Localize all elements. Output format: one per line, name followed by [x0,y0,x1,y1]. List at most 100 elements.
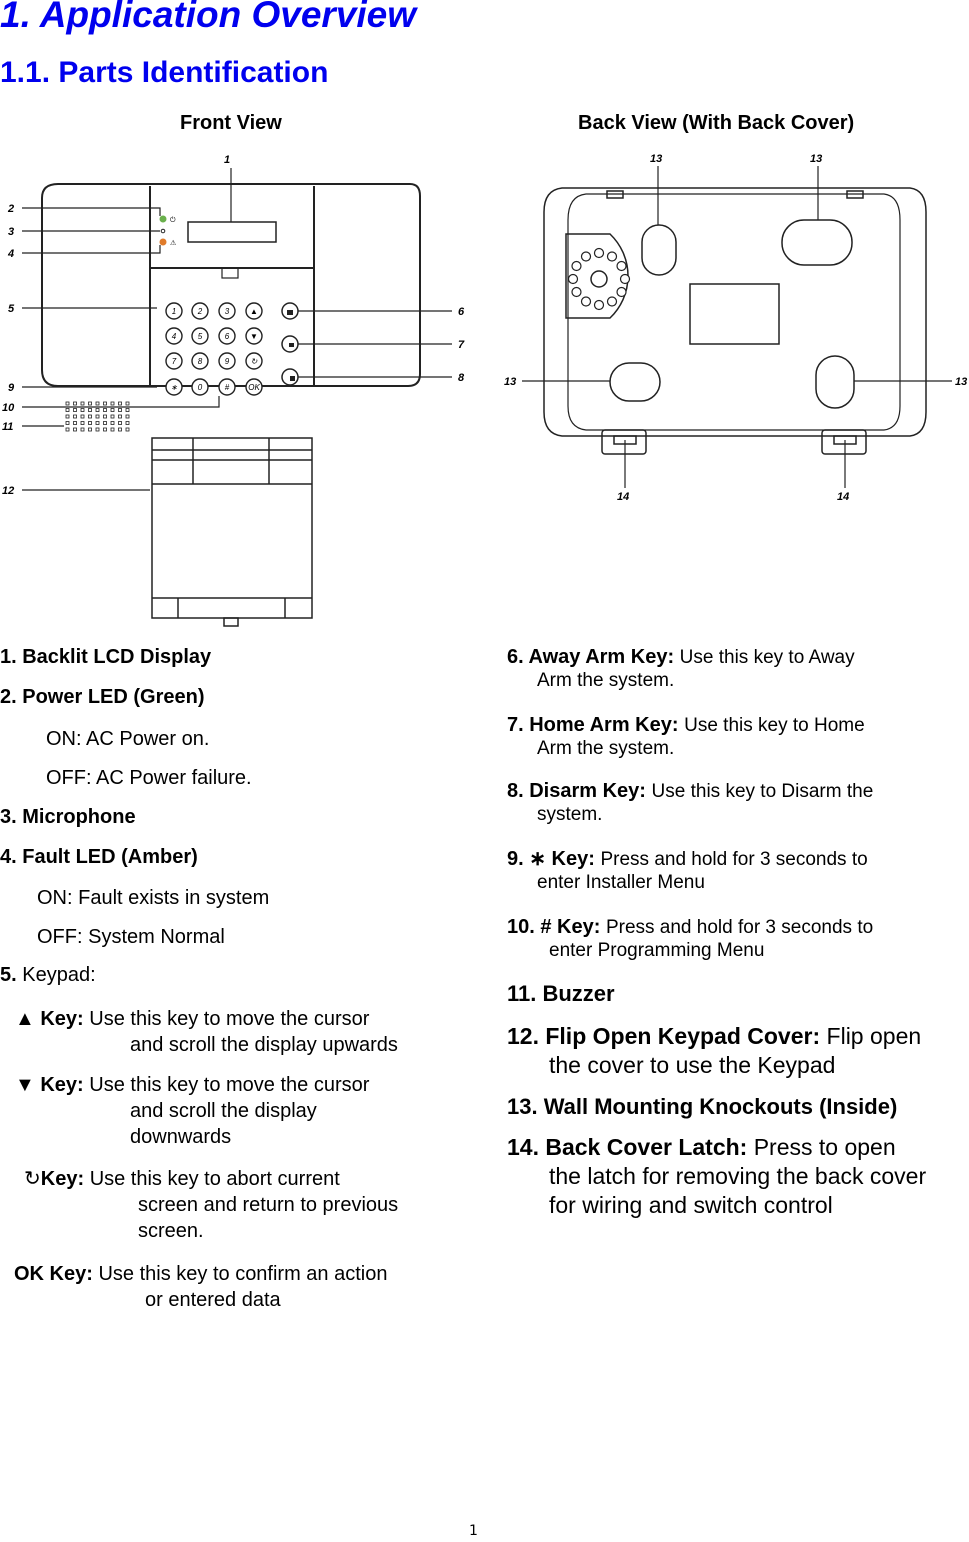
grille-hole [110,421,115,425]
grille-hole [73,401,77,406]
grille-hole [118,421,122,425]
callout-13-left: 13 [504,376,516,388]
key-down-desc-cont-2: downwards [130,1126,232,1148]
grille-hole [103,401,107,406]
knockout-bottom-left [609,362,661,402]
lcd-display [187,221,277,243]
mic-hole [580,296,592,307]
part-10-desc: 10. # Key: Press and hold for 3 seconds … [507,914,873,941]
callout-9: 9 [8,382,15,394]
back-housing-outer [543,187,927,437]
back-view-diagram: 13 13 13 13 14 14 [500,150,969,635]
callout-14-left: 14 [617,491,629,503]
part-6-text: Use this key to Away [679,647,855,668]
part-7-text-cont: Arm the system. [537,738,675,759]
mic-hole [593,299,605,311]
back-view-caption: Back View (With Back Cover) [578,112,855,134]
keypad-key-label: 7 [172,357,177,366]
grille-hole [80,421,85,425]
part-2-title: 2. Power LED (Green) [0,686,205,708]
part-4-state-off: OFF: System Normal [37,926,225,948]
keypad-key-label: 5 [198,332,203,341]
grille-hole [103,414,107,419]
part-12-desc: 12. Flip Open Keypad Cover: Flip open [507,1022,921,1051]
key-back-desc-cont-2: screen. [138,1220,204,1242]
part-8-text: Use this key to Disarm the [651,781,874,802]
callout-5: 5 [8,303,15,315]
callout-8: 8 [458,372,465,384]
fault-led [159,238,167,246]
warning-icon: ⚠ [170,239,176,247]
part-9-label: 9. ∗ Key: [507,848,595,870]
back-view-svg: 13 13 13 13 14 14 [504,153,967,503]
part-5-title: 5. Keypad: [0,962,96,988]
part-14-label: 14. Back Cover Latch: [507,1134,748,1160]
part-7-text: Use this key to Home [684,715,865,736]
keypad-key-label: 8 [198,357,203,366]
front-view-diagram: ⏻ ⚠ 1 2 3 ▲ 4 5 6 ▼ 7 8 9 ↻ ∗ 0 # OK 1 2 3 4 5 6 7 8 [0,150,470,635]
keypad-key-label: 1 [172,307,176,316]
part-12-text: Flip open [826,1023,922,1049]
latch-right [821,429,867,455]
part-9-text: Press and hold for 3 seconds to [600,849,868,870]
key-up-desc-cont: and scroll the display upwards [130,1034,398,1056]
part-11-desc: 11. Buzzer [507,980,615,1008]
keypad-key-label: ▲ [250,307,258,316]
part-2-state-on: ON: AC Power on. [46,728,210,750]
part-12-label: 12. Flip Open Keypad Cover: [507,1023,821,1049]
grille-hole [88,401,92,406]
callout-14-right: 14 [837,491,849,503]
grille-hole [65,421,70,425]
mic-hole [571,260,582,272]
grille-hole [88,414,92,419]
grille-hole [125,401,130,406]
front-view-svg: ⏻ ⚠ 1 2 3 ▲4 5 6 ▼7 8 9 ↻∗ 0 # OK 1 2 3 4 5 6 7 8 [2,154,465,627]
key-ok-desc-cont: or entered data [145,1289,281,1311]
part-11-label: 11. Buzzer [507,981,615,1006]
callout-1: 1 [224,154,230,166]
mic-hole [606,251,618,262]
grille-hole [110,414,115,419]
triangle-up-icon: ▲ [15,1008,35,1030]
keypad-key-label: 0 [198,383,203,392]
part-13-desc: 13. Wall Mounting Knockouts (Inside) [507,1092,897,1121]
part-7-desc: 7. Home Arm Key: Use this key to Home [507,712,865,739]
key-up-text: Use this key to move the cursor [89,1008,370,1030]
mic-hole [580,251,592,262]
key-down-desc: ▼ Key: Use this key to move the cursor [15,1072,369,1098]
part-8-label: 8. Disarm Key: [507,780,646,802]
part-8-desc: 8. Disarm Key: Use this key to Disarm th… [507,778,873,805]
label-area [689,283,780,345]
keypad-key-label: ▼ [250,332,258,341]
grille-hole [118,401,122,406]
grille-hole [118,427,122,432]
key-ok-desc: OK Key: Use this key to confirm an actio… [14,1261,387,1287]
key-back-desc-cont-1: screen and return to previous [138,1194,399,1216]
part-14-text-cont: for wiring and switch control [549,1192,833,1218]
grille-hole [95,421,100,425]
key-back-text: Use this key to abort current [89,1168,340,1190]
part-6-text-cont: Arm the system. [537,670,675,691]
grille-hole [65,401,70,406]
grille-hole [110,408,115,412]
keypad: 1 2 3 ▲ 4 5 6 ▼ 7 8 9 ↻ ∗ 0 # OK [165,302,263,396]
key-down-desc-cont-1: and scroll the display [130,1100,317,1122]
callout-13-top-left: 13 [650,153,662,165]
part-5-label: Keypad: [22,964,96,986]
part-10-text-cont: enter Programming Menu [549,940,765,961]
mic-hole [593,247,605,259]
mic-hole [606,296,618,307]
front-view-caption: Front View [180,112,282,134]
microphone [160,228,166,234]
callout-4: 4 [7,248,14,260]
part-4-state-on: ON: Fault exists in system [37,887,270,909]
refresh-back-icon: ↻ [24,1168,41,1190]
grille-hole [73,408,77,412]
part-7-label: 7. Home Arm Key: [507,714,679,736]
grille-hole [73,427,77,432]
grille-hole [80,414,85,419]
part-1-title: 1. Backlit LCD Display [0,646,212,668]
key-back-label: Key: [40,1168,85,1190]
part-2-state-off: OFF: AC Power failure. [46,767,252,789]
keypad-key-label: 9 [225,357,230,366]
